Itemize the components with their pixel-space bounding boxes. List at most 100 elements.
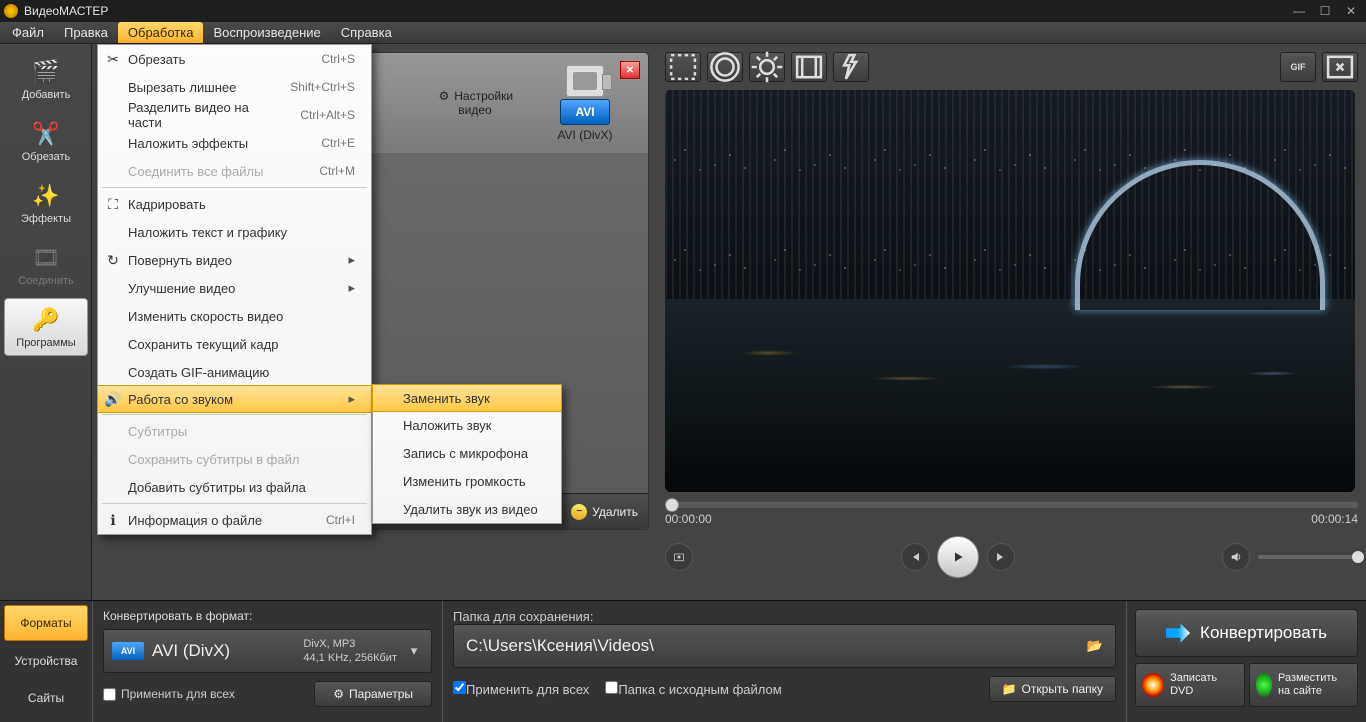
- film-button[interactable]: [791, 52, 827, 82]
- globe-icon: [1256, 673, 1272, 697]
- menu-item[interactable]: Удалить звук из видео: [373, 495, 561, 523]
- menu-item[interactable]: ℹИнформация о файлеCtrl+I: [98, 506, 371, 534]
- menu-item[interactable]: Запись с микрофона: [373, 439, 561, 467]
- chevron-down-icon: ▾: [405, 643, 423, 659]
- volume-button[interactable]: [1222, 543, 1250, 571]
- menu-item[interactable]: Изменить громкость: [373, 467, 561, 495]
- tool-crop[interactable]: ✂️ Обрезать: [4, 112, 88, 170]
- menu-item[interactable]: Наложить звук: [373, 411, 561, 439]
- burn-dvd-button[interactable]: Записать DVD: [1135, 663, 1245, 707]
- menu-item[interactable]: Изменить скорость видео: [98, 302, 371, 330]
- menu-item-icon: ⛶: [98, 196, 128, 213]
- menu-item[interactable]: Вырезать лишнее Shift+Ctrl+S: [98, 73, 371, 101]
- format-badge: AVI: [112, 642, 144, 660]
- tool-add[interactable]: 🎬 Добавить: [4, 50, 88, 108]
- menu-item[interactable]: Наложить текст и графику: [98, 218, 371, 246]
- avi-badge: AVI: [560, 99, 610, 125]
- next-button[interactable]: [987, 543, 1015, 571]
- menu-item-label: Сохранить субтитры в файл: [128, 452, 355, 467]
- play-button[interactable]: [937, 536, 979, 578]
- close-profile-icon[interactable]: ✕: [620, 61, 640, 79]
- delete-button[interactable]: −Удалить: [571, 504, 638, 520]
- params-button[interactable]: ⚙Параметры: [314, 681, 432, 707]
- menu-item[interactable]: Заменить звук: [372, 384, 562, 412]
- menu-item-shortcut: Ctrl+M: [319, 164, 355, 178]
- tool-effects-label: Эффекты: [21, 213, 71, 225]
- tab-formats[interactable]: Форматы: [4, 605, 88, 641]
- menu-item-label: Наложить текст и графику: [128, 225, 355, 240]
- enhance-button[interactable]: [707, 52, 743, 82]
- menu-item[interactable]: ✂ОбрезатьCtrl+S: [98, 45, 371, 73]
- save-path-box[interactable]: C:\Users\Ксения\Videos\ 📂: [453, 624, 1116, 668]
- fullscreen-button[interactable]: [1322, 52, 1358, 82]
- tab-sites[interactable]: Сайты: [4, 680, 88, 716]
- speed-button[interactable]: [833, 52, 869, 82]
- tool-effects[interactable]: ✨ Эффекты: [4, 174, 88, 232]
- menu-item[interactable]: Создать GIF-анимацию: [98, 358, 371, 386]
- menu-item[interactable]: 🔊Работа со звуком▸: [97, 385, 372, 413]
- volume-slider[interactable]: [1258, 555, 1358, 559]
- menu-item-label: Вырезать лишнее: [128, 80, 270, 95]
- folder-icon[interactable]: 📂: [1087, 638, 1103, 654]
- menu-item-label: Работа со звуком: [128, 392, 338, 407]
- menu-item-label: Добавить субтитры из файла: [128, 480, 355, 495]
- menu-item[interactable]: Наложить эффектыCtrl+E: [98, 129, 371, 157]
- minimize-button[interactable]: —: [1288, 3, 1310, 19]
- publish-web-button[interactable]: Разместить на сайте: [1249, 663, 1359, 707]
- menu-playback[interactable]: Воспроизведение: [203, 22, 330, 43]
- save-source-folder[interactable]: Папка с исходным файлом: [605, 681, 781, 697]
- time-total: 00:00:14: [1311, 512, 1358, 526]
- menu-item-label: Сохранить текущий кадр: [128, 337, 355, 352]
- save-apply-all[interactable]: Применить для всех: [453, 681, 589, 697]
- menu-edit[interactable]: Правка: [54, 22, 118, 43]
- menu-item-label: Удалить звук из видео: [403, 502, 545, 517]
- video-toolbar: GIF: [665, 52, 1358, 82]
- time-current: 00:00:00: [665, 512, 712, 526]
- col-video-settings: ⚙ Настройки видео: [420, 89, 530, 117]
- frame-crop-button[interactable]: [665, 52, 701, 82]
- close-button[interactable]: ✕: [1340, 3, 1362, 19]
- gif-button[interactable]: GIF: [1280, 52, 1316, 82]
- snapshot-button[interactable]: [665, 543, 693, 571]
- convert-button[interactable]: Конвертировать: [1135, 609, 1358, 657]
- menu-item-label: Кадрировать: [128, 197, 355, 212]
- delete-icon: −: [571, 504, 587, 520]
- tab-devices[interactable]: Устройства: [4, 643, 88, 679]
- video-preview[interactable]: [665, 90, 1355, 492]
- tool-programs[interactable]: 🔑 Программы: [4, 298, 88, 356]
- folder-icon: 📁: [1002, 682, 1017, 696]
- app-logo-icon: [4, 4, 18, 18]
- menu-item[interactable]: Сохранить текущий кадр: [98, 330, 371, 358]
- menu-file[interactable]: Файл: [2, 22, 54, 43]
- maximize-button[interactable]: ☐: [1314, 3, 1336, 19]
- camera-icon: [566, 65, 604, 97]
- brightness-button[interactable]: [749, 52, 785, 82]
- menu-item[interactable]: ↻Повернуть видео▸: [98, 246, 371, 274]
- menu-item[interactable]: ⛶Кадрировать: [98, 190, 371, 218]
- menu-item-label: Запись с микрофона: [403, 446, 545, 461]
- tool-join-label: Соединить: [18, 275, 74, 287]
- format-details: DivX, MP3 44,1 KHz, 256Кбит: [303, 637, 397, 665]
- menu-item-shortcut: Shift+Ctrl+S: [290, 80, 355, 94]
- scrub-thumb[interactable]: [665, 498, 679, 512]
- menubar: Файл Правка Обработка Воспроизведение Сп…: [0, 22, 1366, 44]
- open-folder-button[interactable]: 📁Открыть папку: [989, 676, 1116, 702]
- scrub-bar[interactable]: [665, 502, 1358, 508]
- save-path: C:\Users\Ксения\Videos\: [466, 636, 1079, 656]
- film-cut-icon: ✂️: [31, 119, 61, 149]
- menu-item-label: Информация о файле: [128, 513, 306, 528]
- menu-item[interactable]: Разделить видео на частиCtrl+Alt+S: [98, 101, 371, 129]
- dvd-icon: [1142, 673, 1164, 697]
- menu-processing[interactable]: Обработка: [118, 22, 204, 43]
- tool-programs-label: Программы: [16, 337, 75, 349]
- prev-button[interactable]: [901, 543, 929, 571]
- format-select[interactable]: AVI AVI (DivX) DivX, MP3 44,1 KHz, 256Кб…: [103, 629, 432, 673]
- format-apply-all[interactable]: Применить для всех: [103, 687, 235, 701]
- menu-item-label: Соединить все файлы: [128, 164, 299, 179]
- menu-item[interactable]: Добавить субтитры из файла: [98, 473, 371, 501]
- chevron-right-icon: ▸: [348, 391, 355, 407]
- tool-crop-label: Обрезать: [22, 151, 71, 163]
- menu-item[interactable]: Улучшение видео▸: [98, 274, 371, 302]
- arrow-icon: [1166, 621, 1190, 645]
- menu-help[interactable]: Справка: [331, 22, 402, 43]
